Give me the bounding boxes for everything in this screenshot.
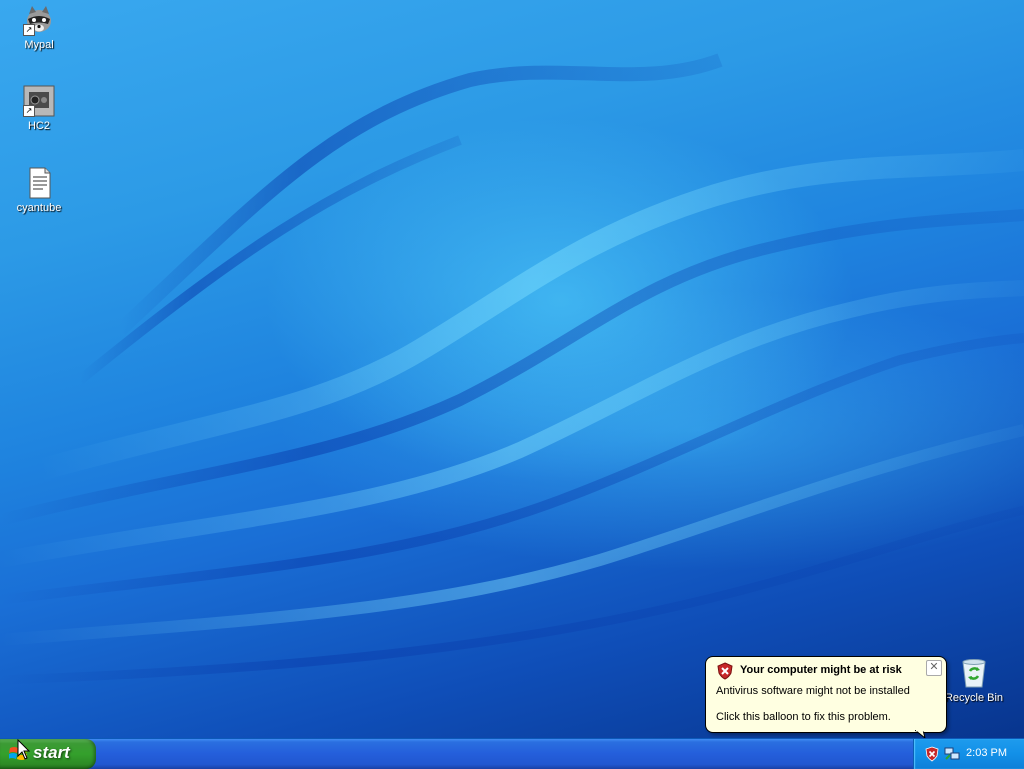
desktop-icon-mypal[interactable]: ↗ Mypal	[1, 4, 77, 52]
document-icon	[23, 167, 55, 199]
taskbar: start 2:03 PM	[0, 738, 1024, 769]
security-shield-icon	[717, 662, 733, 680]
start-button[interactable]: start	[0, 739, 96, 769]
desktop[interactable]: ↗ Mypal ↗ HC2 cyantube Recycle Bin Your …	[0, 0, 1024, 738]
desktop-icon-hc2[interactable]: ↗ HC2	[1, 85, 77, 133]
balloon-hint: Click this balloon to fix this problem.	[716, 711, 891, 723]
shortcut-arrow-icon: ↗	[23, 24, 35, 36]
security-alert-icon[interactable]	[924, 746, 940, 762]
shortcut-arrow-icon: ↗	[23, 105, 35, 117]
clock[interactable]: 2:03 PM	[966, 747, 1007, 759]
recycle-bin-icon	[958, 657, 990, 689]
raccoon-icon: ↗	[23, 4, 55, 36]
balloon-title: Your computer might be at risk	[740, 664, 902, 676]
network-icon[interactable]	[944, 746, 960, 762]
desktop-icon-cyantube[interactable]: cyantube	[1, 167, 77, 215]
desktop-icon-label: Mypal	[24, 39, 54, 51]
system-tray: 2:03 PM	[913, 739, 1024, 769]
balloon-close-button[interactable]: ✕	[926, 660, 942, 676]
balloon-tail	[915, 730, 926, 738]
desktop-icon-label: Recycle Bin	[944, 692, 1004, 704]
desktop-icon-label: cyantube	[16, 202, 62, 214]
desktop-icon-label: HC2	[27, 120, 50, 132]
mouse-cursor-icon	[17, 739, 31, 760]
wallpaper-waves	[0, 53, 1024, 685]
security-alert-balloon[interactable]: Your computer might be at risk ✕ Antivir…	[705, 656, 947, 733]
balloon-message: Antivirus software might not be installe…	[716, 685, 910, 697]
desktop-icon-recycle-bin[interactable]: Recycle Bin	[936, 657, 1012, 705]
app-icon: ↗	[23, 85, 55, 117]
start-label: start	[33, 743, 70, 762]
